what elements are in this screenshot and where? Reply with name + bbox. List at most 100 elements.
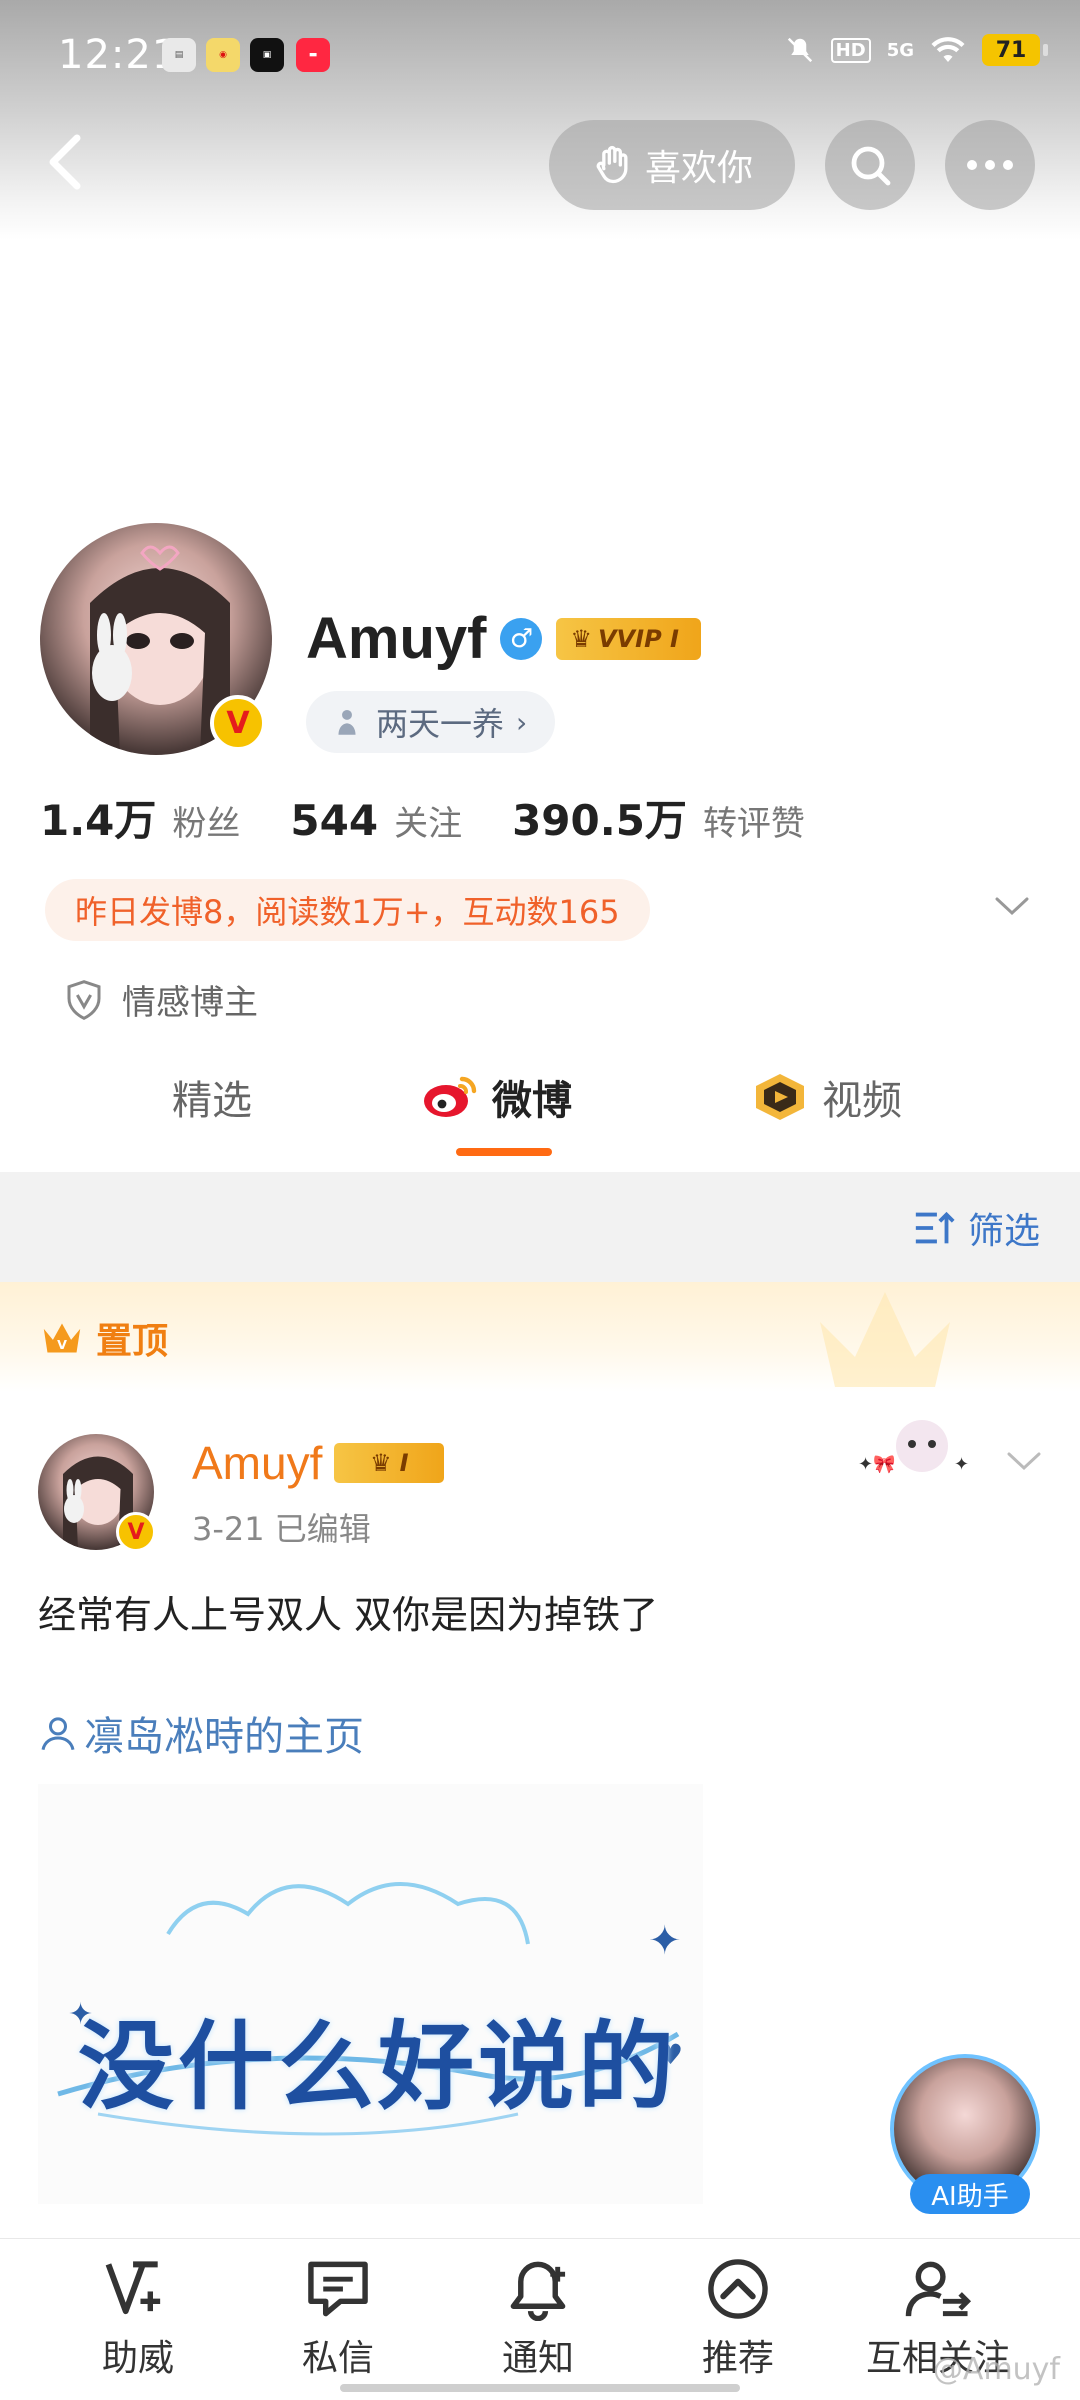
- cheer-icon: [105, 2261, 161, 2315]
- more-button[interactable]: [945, 120, 1035, 210]
- home-indicator[interactable]: [340, 2384, 740, 2392]
- name-row: Amuyf ♂ ♛ VVIP I: [306, 605, 701, 672]
- profile-stats: 1.4万 粉丝 544 关注 390.5万 转评赞: [40, 787, 855, 848]
- svg-text:✦🎀: ✦🎀: [858, 1454, 896, 1475]
- following-count: 544: [290, 796, 379, 845]
- male-gender-icon: ♂: [500, 617, 543, 660]
- status-icons: HD 5G 71: [785, 34, 1048, 66]
- profile-page: 12:21 ▤ ◉ ▣ ▬ HD 5G 71 喜欢你 V Amuyf ♂ ♛ V…: [0, 0, 1080, 2400]
- search-icon: [851, 146, 891, 186]
- vip-badge[interactable]: ♛ I: [334, 1443, 445, 1483]
- tab-label: 微博: [492, 1078, 572, 1124]
- weibo-notification-icon: ◉: [206, 38, 240, 72]
- post-author-row: Amuyf ♛ I: [192, 1436, 445, 1490]
- app-notification-icon: ▤: [162, 38, 196, 72]
- post-author-avatar[interactable]: V: [38, 1434, 156, 1552]
- filter-label: 筛选: [967, 1211, 1040, 1252]
- search-button[interactable]: [825, 120, 915, 210]
- chevron-down-icon: [1007, 1452, 1041, 1471]
- ai-helper-button[interactable]: AI助手: [890, 2054, 1050, 2214]
- like-you-label: 喜欢你: [644, 148, 753, 189]
- active-tab-indicator: [456, 1148, 552, 1156]
- hd-icon: HD: [830, 37, 871, 63]
- like-you-button[interactable]: 喜欢你: [549, 120, 795, 210]
- recommend-button[interactable]: 推荐: [638, 2257, 838, 2381]
- tab-label: 精选: [172, 1078, 252, 1124]
- recommend-icon: [708, 2259, 768, 2319]
- message-icon: [308, 2261, 368, 2317]
- pinned-label: 置顶: [96, 1321, 169, 1362]
- watermark: @Amuyf: [932, 2352, 1060, 2387]
- activity-summary[interactable]: 昨日发博8，阅读数1万+，互动数165: [45, 879, 650, 941]
- filter-icon: [915, 1211, 955, 1244]
- chevron-right-icon: ›: [516, 705, 528, 739]
- battery-indicator: 71: [982, 34, 1048, 66]
- nav-label: 推荐: [701, 2338, 774, 2379]
- status-time: 12:21: [58, 32, 179, 78]
- svg-text:✦: ✦: [648, 1918, 682, 1964]
- profile-tabs: 精选 微博 视频: [0, 1040, 1080, 1170]
- interactions-stat[interactable]: 390.5万 转评赞: [512, 787, 805, 848]
- crown-icon: ♛: [370, 1449, 392, 1477]
- app-notification-icon: ▬: [296, 38, 330, 72]
- pinned-banner: V 置顶: [0, 1282, 1080, 1392]
- post-image[interactable]: ✦ ✦ ♥ 没什么好说的: [38, 1784, 703, 2204]
- certification-label: 情感博主: [122, 983, 258, 1023]
- hand-wave-icon: [596, 146, 628, 184]
- profile-avatar[interactable]: V: [40, 523, 272, 755]
- chevron-down-icon: [995, 897, 1029, 916]
- svg-text:✦: ✦: [954, 1454, 969, 1475]
- crown-icon: ♛: [570, 624, 592, 653]
- filter-button[interactable]: 筛选: [912, 1202, 1040, 1254]
- mutual-follow-icon: [905, 2261, 972, 2317]
- wifi-icon: [931, 37, 965, 62]
- crown-watermark-icon: [820, 1292, 950, 1387]
- messages-button[interactable]: 私信: [238, 2257, 438, 2381]
- expand-button[interactable]: [994, 895, 1030, 921]
- status-bar: 12:21 ▤ ◉ ▣ ▬ HD 5G 71: [0, 0, 1080, 110]
- pet-icon: [338, 709, 356, 735]
- profile-tag-button[interactable]: 两天一养 ›: [306, 691, 556, 753]
- following-stat[interactable]: 544 关注: [290, 796, 462, 845]
- post-user-link[interactable]: 凛岛凇時的主页: [38, 1704, 364, 1762]
- bottom-nav: 助威 私信 通知 推荐 互相关注: [0, 2238, 1080, 2400]
- tab-featured[interactable]: 精选: [172, 1068, 252, 1126]
- cute-sticker-icon: ✦🎀 ✦: [858, 1420, 969, 1475]
- post-author-name[interactable]: Amuyf: [192, 1436, 322, 1490]
- post-meta: 3-21 已编辑: [192, 1510, 371, 1548]
- nav-label: 助威: [101, 2338, 174, 2379]
- verified-v-badge: V: [210, 695, 266, 751]
- verified-v-badge: V: [116, 1512, 156, 1552]
- top-nav: 喜欢你: [0, 112, 1080, 212]
- pinned-label-group: V 置顶: [40, 1312, 168, 1364]
- certification[interactable]: 情感博主: [64, 975, 258, 1024]
- weibo-icon: [424, 1076, 477, 1117]
- post-text: 经常有人上号双人 双你是因为掉铁了: [38, 1593, 659, 1637]
- more-icon: [967, 160, 1013, 170]
- tab-video[interactable]: 视频: [752, 1068, 902, 1126]
- shield-icon: [67, 979, 101, 1020]
- tab-label: 视频: [822, 1078, 902, 1124]
- app-notification-icon: ▣: [250, 38, 284, 72]
- vvip-badge[interactable]: ♛ VVIP I: [556, 617, 701, 660]
- notifications-button[interactable]: 通知: [438, 2257, 638, 2381]
- video-icon: [756, 1074, 804, 1120]
- nav-label: 通知: [501, 2338, 574, 2379]
- profile-name: Amuyf: [306, 606, 487, 671]
- chevron-left-icon: [49, 134, 81, 190]
- vip-label: I: [399, 1449, 409, 1477]
- cheer-button[interactable]: 助威: [38, 2257, 238, 2381]
- followers-stat[interactable]: 1.4万 粉丝: [40, 787, 240, 848]
- followers-count: 1.4万: [40, 796, 157, 845]
- profile-tag-label: 两天一养: [376, 705, 505, 743]
- followers-label: 粉丝: [172, 804, 241, 844]
- network-icon: 5G: [886, 39, 914, 61]
- interactions-count: 390.5万: [512, 796, 687, 845]
- tab-weibo[interactable]: 微博: [422, 1068, 572, 1126]
- back-button[interactable]: [30, 124, 100, 200]
- vvip-label: VVIP I: [597, 624, 679, 653]
- svg-text:V: V: [57, 1337, 67, 1352]
- post-menu-button[interactable]: [1006, 1450, 1042, 1476]
- post-link-label: 凛岛凇時的主页: [84, 1714, 364, 1760]
- bell-icon: [510, 2261, 566, 2321]
